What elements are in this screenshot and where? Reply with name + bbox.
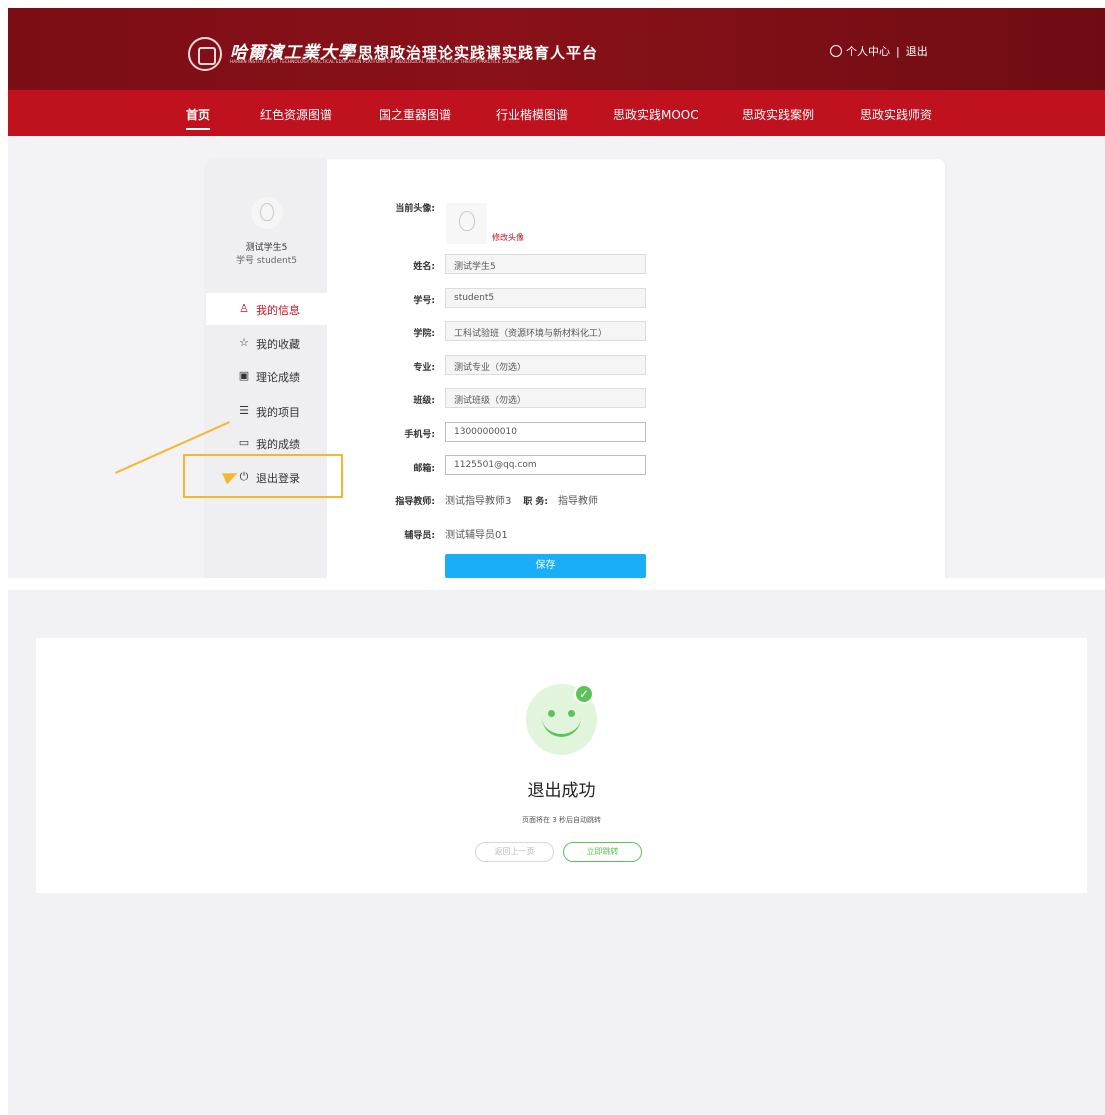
sidebar-item-label: 我的信息 xyxy=(256,304,300,317)
sidebar-item-theory-scores[interactable]: ▣ 理论成绩 xyxy=(206,360,327,392)
nav-mooc[interactable]: 思政实践MOOC xyxy=(613,106,699,123)
sidebar-item-label: 我的成绩 xyxy=(256,438,300,451)
nav-active-indicator xyxy=(186,128,210,130)
save-button[interactable]: 保存 xyxy=(445,554,646,578)
class-field: 测试班级（勿选） xyxy=(445,388,646,408)
back-button[interactable]: 返回上一页 xyxy=(475,842,554,862)
nav-home[interactable]: 首页 xyxy=(186,106,210,123)
position-label: 职 务: xyxy=(523,497,548,507)
folder-icon: ▭ xyxy=(238,436,250,449)
nav-practice-teachers[interactable]: 思政实践师资 xyxy=(860,106,932,123)
list-icon: ☰ xyxy=(239,404,249,417)
sidebar-item-my-info[interactable]: ♙ 我的信息 xyxy=(206,293,327,325)
change-avatar-link[interactable]: 修改头像 xyxy=(492,232,524,243)
school-seal-icon xyxy=(188,37,222,71)
major-label: 专业: xyxy=(413,363,435,373)
email-label: 邮箱: xyxy=(413,464,435,474)
avatar-label: 当前头像: xyxy=(395,204,435,214)
email-field[interactable]: 1125501@qq.com xyxy=(445,455,646,475)
class-label: 班级: xyxy=(413,396,435,406)
link-separator: | xyxy=(896,45,900,58)
smiley-mouth xyxy=(542,710,581,737)
counselor-label: 辅导员: xyxy=(404,531,435,541)
sidebar-item-label: 我的收藏 xyxy=(256,338,300,351)
logout-highlight-box xyxy=(183,454,343,498)
sidebar-item-my-favorites[interactable]: ☆ 我的收藏 xyxy=(206,327,327,359)
user-links: 个人中心 | 退出 xyxy=(830,43,928,59)
check-icon: ✓ xyxy=(574,684,594,704)
name-label: 姓名: xyxy=(413,262,435,272)
user-circle-icon xyxy=(830,45,842,57)
top-header: 哈爾濱工業大學 思想政治理论实践课实践育人平台 HARBIN INSTITUTE … xyxy=(8,8,1105,90)
sidebar-item-label: 我的项目 xyxy=(256,406,300,419)
result-title: 退出成功 xyxy=(527,781,596,801)
avatar xyxy=(251,197,283,229)
student-id-field: student5 xyxy=(445,288,646,308)
student-id-label: 学号: xyxy=(413,296,435,306)
profile-page-screenshot: 哈爾濱工業大學 思想政治理论实践课实践育人平台 HARBIN INSTITUTE … xyxy=(8,8,1105,578)
major-field: 测试专业（勿选） xyxy=(445,355,646,375)
video-icon: ▣ xyxy=(238,369,250,382)
profile-student-id: 学号 student5 xyxy=(236,256,297,266)
personal-center-link[interactable]: 个人中心 xyxy=(846,45,890,58)
sidebar-item-label: 理论成绩 xyxy=(256,371,300,384)
counselor-value: 测试辅导员01 xyxy=(445,530,508,541)
teacher-label: 指导教师: xyxy=(395,497,435,507)
phone-label: 手机号: xyxy=(404,430,435,440)
profile-name: 测试学生5 xyxy=(245,243,288,253)
logout-success-screenshot: ✓ 退出成功 页面将在 3 秒后自动跳转 返回上一页 立即跳转 xyxy=(8,590,1105,1115)
profile-sidebar: 测试学生5 学号 student5 ♙ 我的信息 ☆ 我的收藏 ▣ 理论成绩 ☰… xyxy=(206,159,327,578)
jump-now-button[interactable]: 立即跳转 xyxy=(563,842,642,862)
phone-field[interactable]: 13000000010 xyxy=(445,422,646,442)
nav-red-resources[interactable]: 红色资源图谱 xyxy=(260,106,332,123)
name-field: 测试学生5 xyxy=(445,254,646,274)
current-avatar xyxy=(446,203,487,244)
position-value: 指导教师 xyxy=(558,496,598,507)
nav-industry-models[interactable]: 行业楷模图谱 xyxy=(496,106,568,123)
logout-link[interactable]: 退出 xyxy=(906,45,928,58)
redirect-notice: 页面将在 3 秒后自动跳转 xyxy=(522,816,601,824)
college-field: 工科试验班（资源环境与新材料化工） xyxy=(445,321,646,341)
main-nav: 首页 红色资源图谱 国之重器图谱 行业楷模图谱 思政实践MOOC 思政实践案例 … xyxy=(8,90,1105,136)
result-card: ✓ 退出成功 页面将在 3 秒后自动跳转 返回上一页 立即跳转 xyxy=(36,638,1087,893)
college-label: 学院: xyxy=(413,329,435,339)
star-icon: ☆ xyxy=(239,336,249,349)
nav-national-treasures[interactable]: 国之重器图谱 xyxy=(379,106,451,123)
user-icon: ♙ xyxy=(239,302,249,315)
platform-english-name: HARBIN INSTITUTE OF TECHNOLOGY PRACTICAL… xyxy=(230,59,520,64)
nav-practice-cases[interactable]: 思政实践案例 xyxy=(742,106,814,123)
